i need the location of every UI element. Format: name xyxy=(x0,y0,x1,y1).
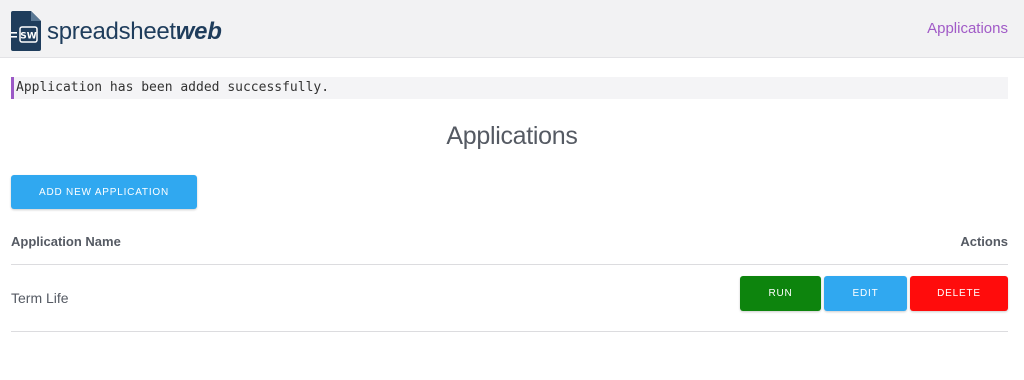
application-name-cell: Term Life xyxy=(11,290,69,306)
column-header-actions: Actions xyxy=(960,234,1008,249)
row-divider xyxy=(11,331,1008,332)
run-button[interactable]: RUN xyxy=(740,276,821,311)
page-title: Applications xyxy=(446,122,578,150)
top-navbar: SW spreadsheetweb Applications xyxy=(0,0,1024,58)
nav-link-applications[interactable]: Applications xyxy=(927,20,1008,37)
svg-text:SW: SW xyxy=(20,32,36,42)
edit-button[interactable]: EDIT xyxy=(824,276,907,311)
logo-wordmark: spreadsheetweb xyxy=(47,18,222,46)
success-alert: Application has been added successfully. xyxy=(11,77,1008,99)
add-new-application-button[interactable]: ADD NEW APPLICATION xyxy=(11,175,197,209)
logo-text-light: spreadsheet xyxy=(47,18,176,45)
header-divider xyxy=(11,264,1008,265)
spreadsheetweb-logo[interactable]: SW spreadsheetweb xyxy=(11,11,222,51)
column-header-application-name: Application Name xyxy=(11,234,121,249)
spreadsheetweb-logo-icon: SW xyxy=(11,11,43,51)
logo-text-bold: web xyxy=(175,18,222,45)
delete-button[interactable]: DELETE xyxy=(910,276,1008,311)
